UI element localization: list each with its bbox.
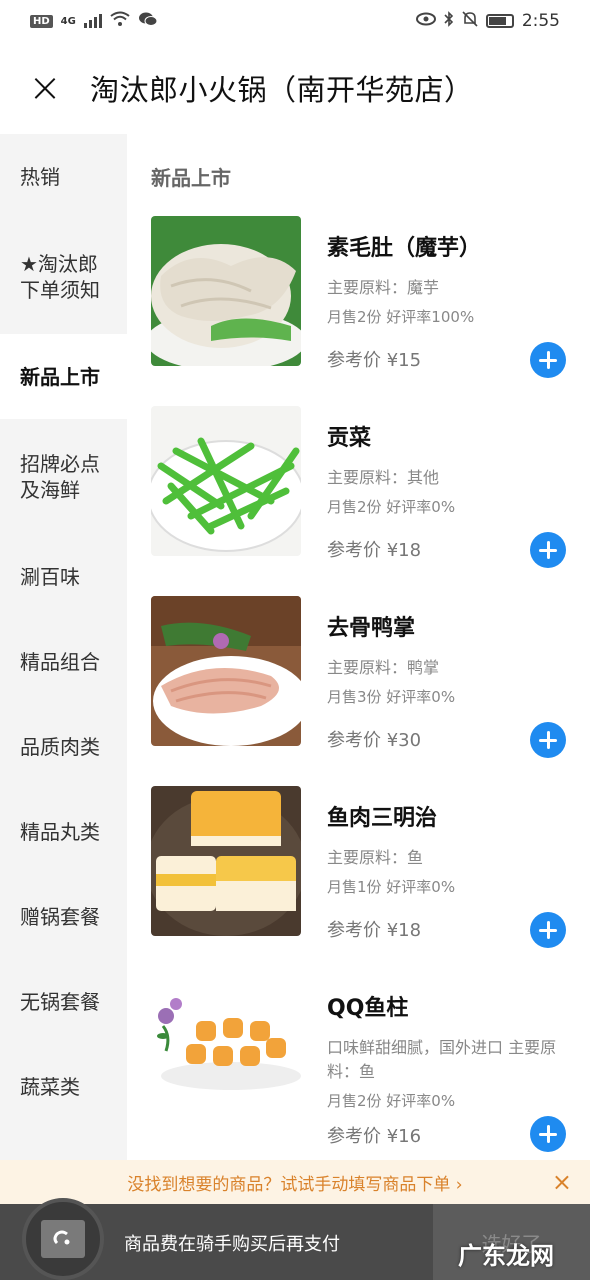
product-sales: 月售2份 好评率0%	[327, 1092, 456, 1110]
sidebar-item-label: 赠锅套餐	[20, 904, 100, 929]
sidebar-item-meats[interactable]: 品质肉类	[0, 704, 127, 789]
fish-column-image	[151, 976, 301, 1126]
manual-order-banner[interactable]: 没找到想要的商品？试试手动填写商品下单 › ×	[0, 1160, 590, 1204]
sidebar-item-no-pot-sets[interactable]: 无锅套餐	[0, 959, 127, 1044]
product-price: 参考价 ¥15	[327, 350, 422, 371]
status-bar: HD 4G 2:55	[0, 0, 590, 42]
sidebar-item-label: ★淘汰郎 下单须知	[20, 251, 100, 302]
product-item[interactable]: 鱼肉三明治 主要原料：鱼 月售1份 好评率0% 参考价 ¥18	[127, 786, 590, 976]
add-to-cart-button[interactable]	[530, 1116, 566, 1152]
store-title: 淘汰郎小火锅（南开华苑店）	[90, 73, 474, 107]
add-to-cart-button[interactable]	[530, 532, 566, 568]
sidebar-item-vegetables[interactable]: 蔬菜类	[0, 1044, 127, 1129]
close-icon[interactable]: ×	[552, 1168, 572, 1196]
add-to-cart-button[interactable]	[530, 912, 566, 948]
hd-badge: HD	[30, 14, 53, 28]
sidebar-item-new-arrivals[interactable]: 新品上市	[0, 334, 127, 419]
product-name: 贡菜	[327, 426, 372, 451]
product-name: 素毛肚（魔芋）	[327, 236, 482, 261]
product-info: 去骨鸭掌 主要原料：鸭掌 月售3份 好评率0%	[327, 596, 567, 708]
top-header: × 淘汰郎小火锅（南开华苑店）	[0, 42, 590, 134]
product-price: 参考价 ¥16	[327, 1126, 422, 1147]
sidebar-item-label: 品质肉类	[20, 734, 100, 759]
eye-icon	[415, 11, 436, 31]
product-material: 口味鲜甜细腻，国外进口 主要原料：鱼	[327, 1038, 557, 1081]
product-item[interactable]: 贡菜 主要原料：其他 月售2份 好评率0% 参考价 ¥18	[127, 406, 590, 596]
product-info: 鱼肉三明治 主要原料：鱼 月售1份 好评率0%	[327, 786, 567, 898]
product-sales: 月售2份 好评率0%	[327, 498, 456, 516]
sidebar-item-order-notice[interactable]: ★淘汰郎 下单须知	[0, 219, 127, 334]
watermark: 广东龙网	[458, 1242, 554, 1270]
app-screen: HD 4G 2:55 × 淘汰郎小火锅（南开华苑店） 热销 ★淘汰郎 下单须知 …	[0, 0, 590, 1280]
battery-icon	[485, 14, 514, 28]
product-info: QQ鱼柱 口味鲜甜细腻，国外进口 主要原料：鱼 月售2份 好评率0%	[327, 976, 567, 1112]
product-sales: 月售2份 好评率100%	[327, 308, 475, 326]
sidebar-item-hotpot-variety[interactable]: 涮百味	[0, 534, 127, 619]
product-item[interactable]: 素毛肚（魔芋） 主要原料：魔芋 月售2份 好评率100% 参考价 ¥15	[127, 216, 590, 406]
sidebar-item-balls[interactable]: 精品丸类	[0, 789, 127, 874]
sidebar-item-label: 涮百味	[20, 564, 80, 589]
payment-note: 商品费在骑手购买后再支付	[124, 1234, 340, 1255]
sidebar-item-label: 招牌必点 及海鲜	[20, 451, 100, 502]
close-button[interactable]: ×	[0, 42, 90, 134]
product-price: 参考价 ¥30	[327, 730, 422, 751]
close-icon: ×	[28, 65, 62, 111]
status-right: 2:55	[415, 10, 560, 32]
mute-icon	[462, 10, 478, 32]
cart-button[interactable]	[22, 1198, 104, 1280]
sidebar-item-label: 精品丸类	[20, 819, 100, 844]
product-item[interactable]: 去骨鸭掌 主要原料：鸭掌 月售3份 好评率0% 参考价 ¥30	[127, 596, 590, 786]
network-label: 4G	[60, 15, 76, 27]
product-info: 素毛肚（魔芋） 主要原料：魔芋 月售2份 好评率100%	[327, 216, 567, 328]
sidebar-item-hot[interactable]: 热销	[0, 134, 127, 219]
sidebar-item-combos[interactable]: 精品组合	[0, 619, 127, 704]
product-material: 主要原料：其他	[327, 468, 440, 487]
product-list: 新品上市 素毛肚（魔芋） 主要原料：魔芋 月售2份 好评率100% 参考价 ¥1…	[127, 134, 590, 1160]
bluetooth-icon	[444, 10, 454, 32]
product-price: 参考价 ¥18	[327, 920, 422, 941]
wifi-icon	[110, 11, 130, 32]
product-material: 主要原料：魔芋	[327, 278, 440, 297]
sidebar-item-pot-sets[interactable]: 赠锅套餐	[0, 874, 127, 959]
gongcai-image	[151, 406, 301, 556]
category-sidebar: 热销 ★淘汰郎 下单须知 新品上市 招牌必点 及海鲜 涮百味 精品组合 品质肉类…	[0, 134, 127, 1160]
add-to-cart-button[interactable]	[530, 342, 566, 378]
tripe-image	[151, 216, 301, 366]
duck-feet-image	[151, 596, 301, 746]
sidebar-item-signature-seafood[interactable]: 招牌必点 及海鲜	[0, 419, 127, 534]
sidebar-item-label: 无锅套餐	[20, 989, 100, 1014]
product-material: 主要原料：鱼	[327, 848, 424, 867]
sidebar-item-label: 热销	[20, 164, 60, 189]
product-info: 贡菜 主要原料：其他 月售2份 好评率0%	[327, 406, 567, 518]
product-sales: 月售1份 好评率0%	[327, 878, 456, 896]
sidebar-item-label: 蔬菜类	[20, 1074, 80, 1099]
product-sales: 月售3份 好评率0%	[327, 688, 456, 706]
clock: 2:55	[521, 11, 560, 31]
product-item[interactable]: QQ鱼柱 口味鲜甜细腻，国外进口 主要原料：鱼 月售2份 好评率0% 参考价 ¥…	[127, 976, 590, 1160]
product-material: 主要原料：鸭掌	[327, 658, 440, 677]
product-name: QQ鱼柱	[327, 996, 409, 1021]
product-price: 参考价 ¥18	[327, 540, 422, 561]
banner-text: 没找到想要的商品？试试手动填写商品下单 ›	[127, 1174, 463, 1195]
status-left: HD 4G	[30, 11, 158, 32]
product-name: 去骨鸭掌	[327, 616, 416, 641]
sidebar-item-label: 新品上市	[20, 364, 100, 389]
product-name: 鱼肉三明治	[327, 806, 438, 831]
add-to-cart-button[interactable]	[530, 722, 566, 758]
signal-icon	[83, 14, 102, 28]
bottom-bar: 商品费在骑手购买后再支付 选好了 广东龙网	[0, 1198, 590, 1280]
wechat-icon	[138, 11, 158, 32]
fish-sandwich-image	[151, 786, 301, 936]
section-title: 新品上市	[151, 166, 231, 190]
cart-icon	[41, 1220, 85, 1258]
sidebar-item-label: 精品组合	[20, 649, 100, 674]
